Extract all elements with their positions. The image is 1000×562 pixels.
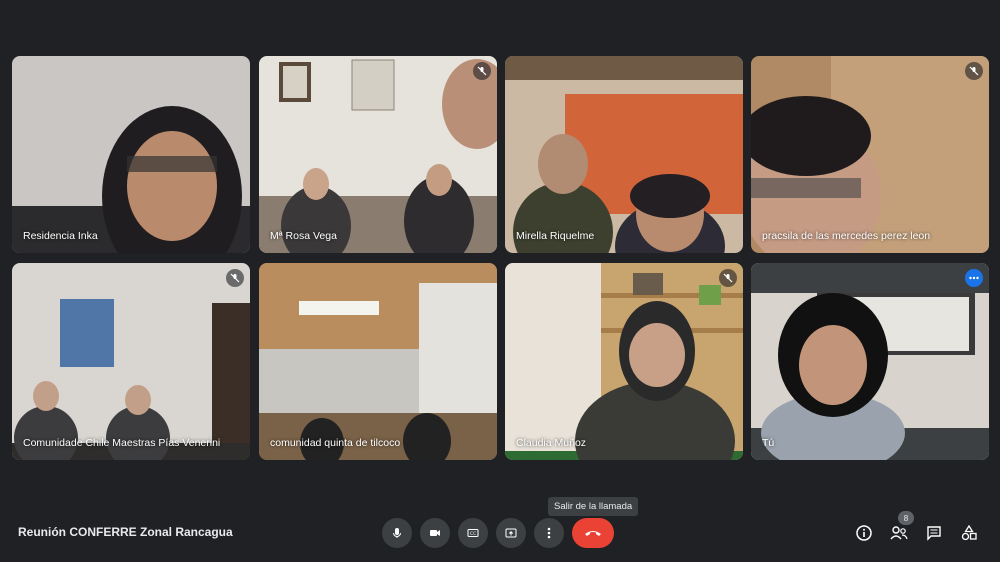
participant-name: Claudia Muñoz <box>516 437 587 449</box>
chat-button[interactable] <box>923 522 945 544</box>
info-icon <box>856 525 872 541</box>
mic-off-icon <box>965 62 983 80</box>
mic-button[interactable] <box>382 518 412 548</box>
video-feed <box>259 56 497 253</box>
more-options-button[interactable] <box>534 518 564 548</box>
participant-name: Comunidade Chile Maestras Pías Venerini <box>23 437 221 449</box>
video-feed <box>12 56 250 253</box>
participant-name: Mª Rosa Vega <box>270 230 337 242</box>
video-feed <box>505 56 743 253</box>
video-feed <box>259 263 497 460</box>
more-icon <box>547 527 551 539</box>
video-feed <box>751 56 989 253</box>
captions-icon: CC <box>467 529 479 537</box>
more-options-icon[interactable] <box>965 269 983 287</box>
participant-tile[interactable]: Comunidade Chile Maestras Pías Venerini <box>12 263 250 460</box>
mic-icon <box>393 528 401 538</box>
end-call-icon <box>585 531 601 536</box>
meeting-details-button[interactable] <box>853 522 875 544</box>
participant-name: comunidad quinta de tilcoco <box>270 437 401 449</box>
participant-tile[interactable]: Mª Rosa Vega <box>259 56 497 253</box>
mic-off-icon <box>719 269 737 287</box>
present-button[interactable] <box>496 518 526 548</box>
participant-name: Residencia Inka <box>23 230 98 242</box>
participant-tile[interactable]: comunidad quinta de tilcoco <box>259 263 497 460</box>
camera-button[interactable] <box>420 518 450 548</box>
mic-off-icon <box>226 269 244 287</box>
participant-tile[interactable]: Claudia Muñoz <box>505 263 743 460</box>
participant-name: pracsila de las mercedes perez leon <box>762 230 931 242</box>
participant-tile[interactable]: pracsila de las mercedes perez leon <box>751 56 989 253</box>
svg-text:CC: CC <box>470 531 476 537</box>
mic-off-icon <box>473 62 491 80</box>
meeting-title: Reunión CONFERRE Zonal Rancagua <box>18 525 233 539</box>
video-feed <box>751 263 989 460</box>
chat-icon <box>927 526 941 541</box>
leave-call-tooltip: Salir de la llamada <box>548 497 639 516</box>
participants-count-badge: 8 <box>898 511 914 525</box>
participant-tile[interactable]: Residencia Inka <box>12 56 250 253</box>
participant-name: Tú <box>762 437 775 449</box>
participants-button[interactable] <box>888 522 910 544</box>
camera-icon <box>430 530 440 536</box>
captions-button[interactable]: CC <box>458 518 488 548</box>
activities-icon <box>961 525 977 541</box>
participant-tile[interactable]: Mirella Riquelme <box>505 56 743 253</box>
video-feed <box>12 263 250 460</box>
people-icon <box>890 526 908 540</box>
participant-name: Mirella Riquelme <box>516 230 595 242</box>
activities-button[interactable] <box>958 522 980 544</box>
leave-call-button[interactable] <box>572 518 614 548</box>
present-icon <box>505 528 517 538</box>
video-feed <box>505 263 743 460</box>
self-tile[interactable]: Tú <box>751 263 989 460</box>
